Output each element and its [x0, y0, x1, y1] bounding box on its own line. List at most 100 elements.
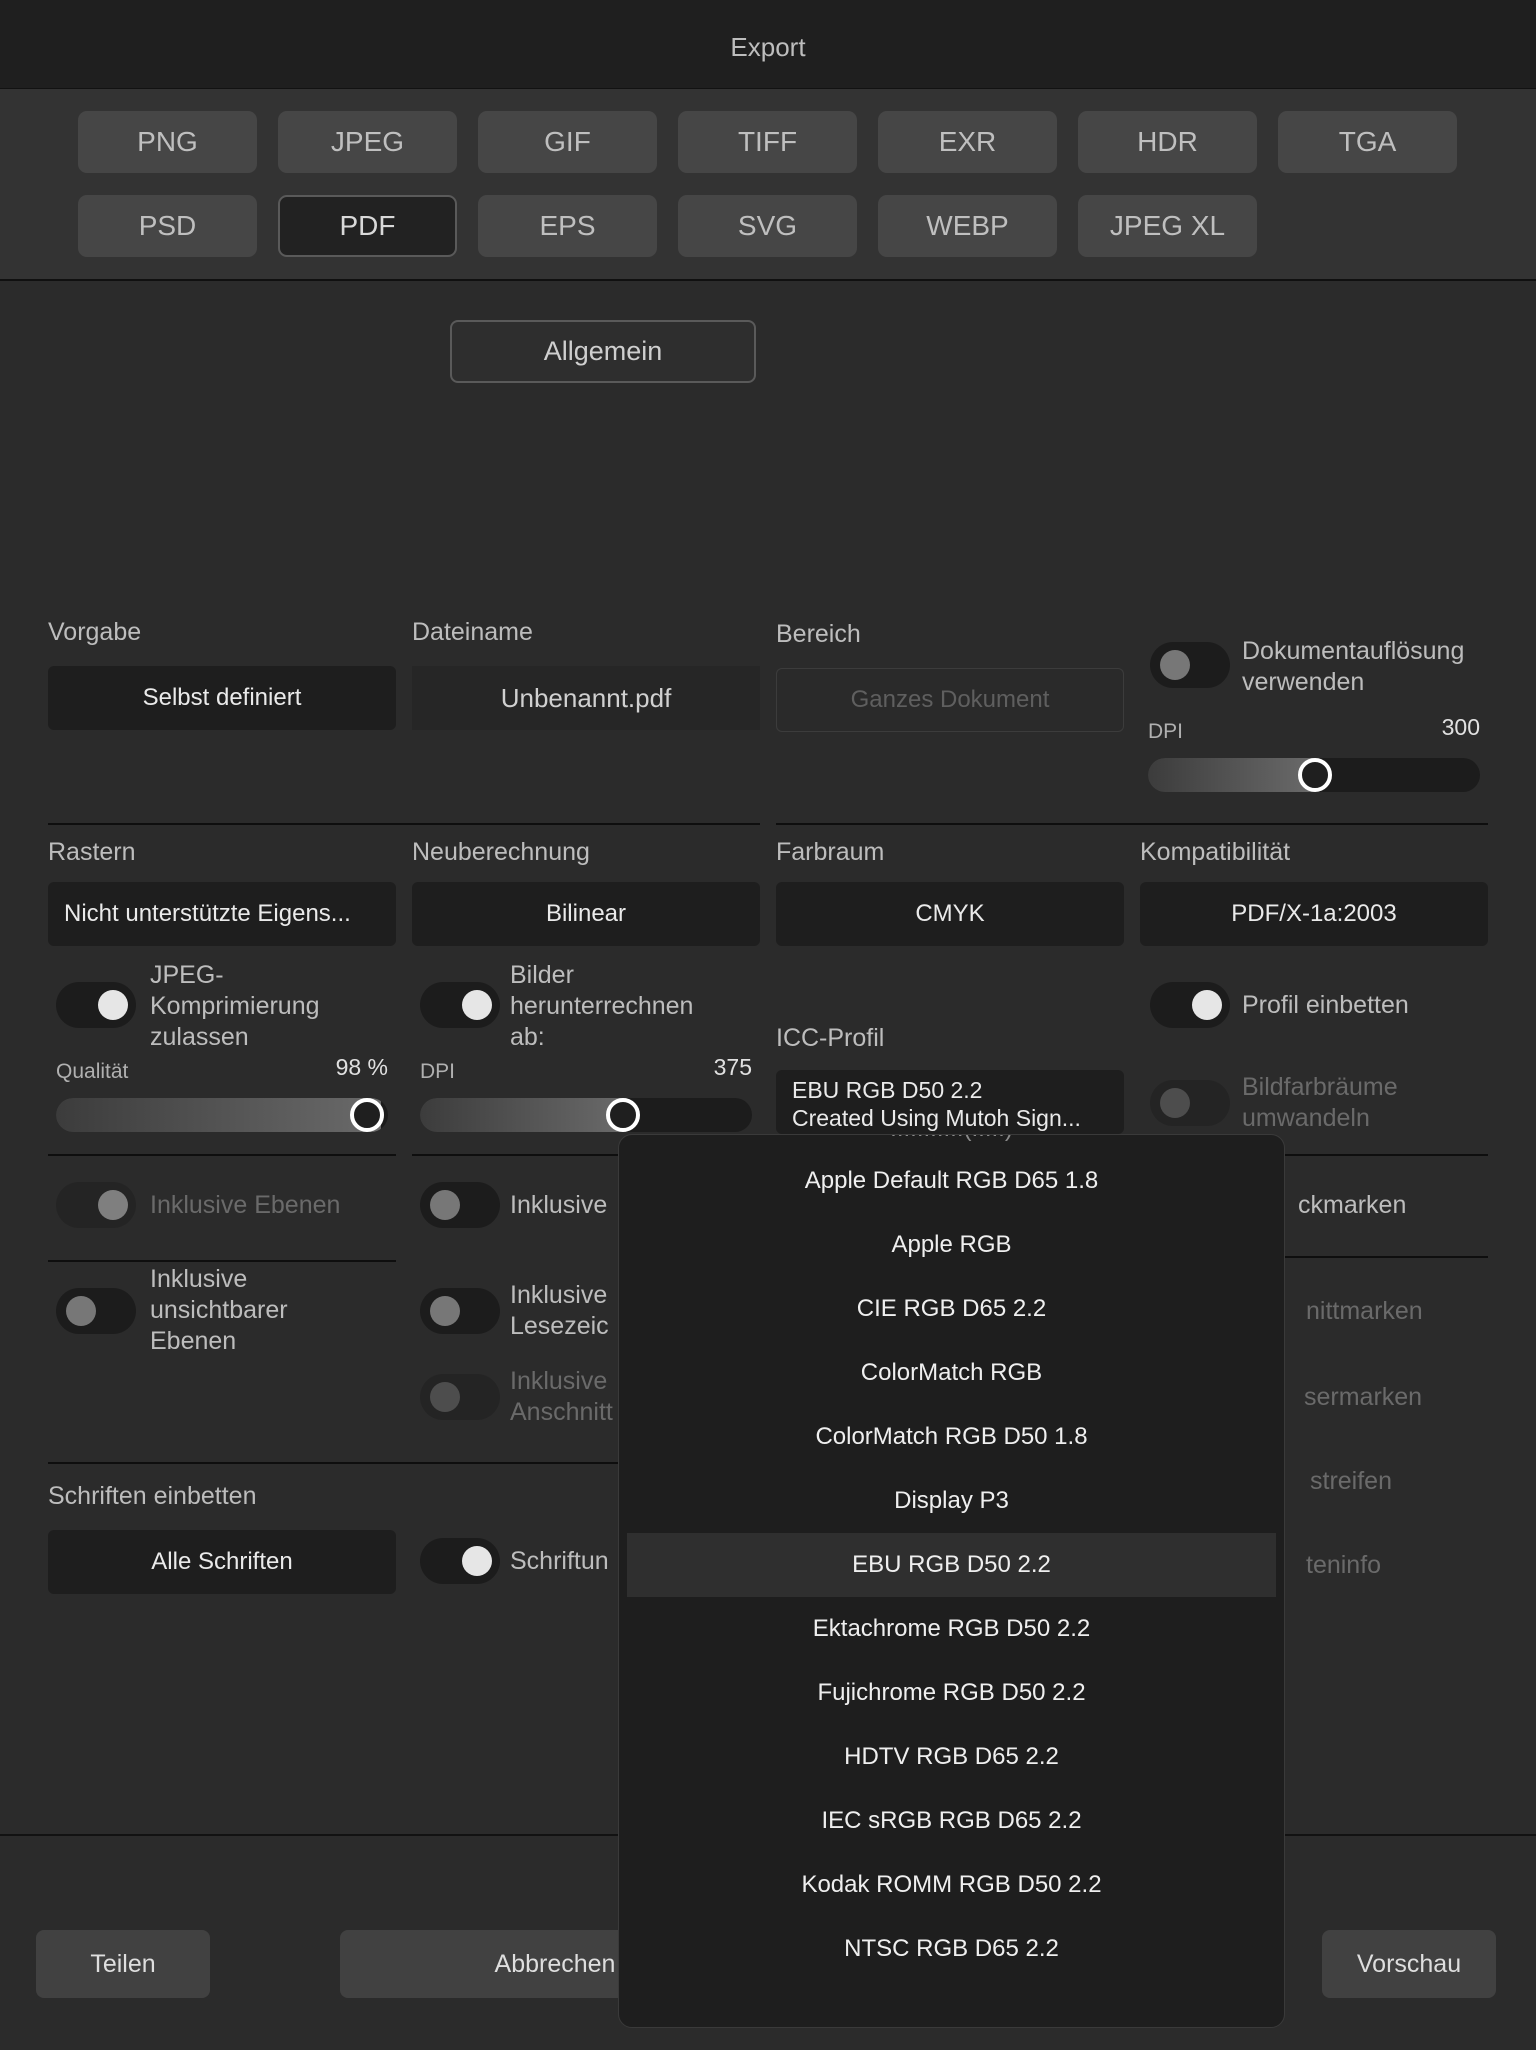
dropdown-option[interactable]: NTSC RGB D65 2.2	[627, 1917, 1276, 1981]
dropdown-option[interactable]: CIE RGB D65 2.2	[627, 1277, 1276, 1341]
title-bar: Export	[0, 0, 1536, 89]
dropdown-option[interactable]: ColorMatch RGB	[627, 1341, 1276, 1405]
lesezeichen-label: Inklusive Lesezeic	[510, 1280, 609, 1342]
format-eps-button[interactable]: EPS	[478, 195, 657, 257]
toggle-knob	[98, 990, 128, 1020]
inklusive-unsichtbar-toggle[interactable]	[56, 1288, 136, 1334]
bilder-dpi-label: DPI	[420, 1060, 456, 1083]
dropdown-option[interactable]: HDTV RGB D65 2.2	[627, 1725, 1276, 1789]
anschnitt-label: Inklusive Anschnitt	[510, 1366, 613, 1428]
icc-profil-label: ICC-Profil	[776, 1024, 885, 1052]
format-jpegxl-button[interactable]: JPEG XL	[1078, 195, 1257, 257]
format-psd-button[interactable]: PSD	[78, 195, 257, 257]
dropdown-option[interactable]: Display P3	[627, 1469, 1276, 1533]
inklusive-unsichtbar-label: Inklusive unsichtbarer Ebenen	[150, 1264, 288, 1357]
bilder-dpi-slider-thumb[interactable]	[606, 1098, 640, 1132]
label-line: Inklusive	[150, 1265, 248, 1293]
inklusive-ebenen-toggle[interactable]	[56, 1182, 136, 1228]
label-line: verwenden	[1242, 668, 1365, 696]
toggle-knob	[430, 1296, 460, 1326]
inklusive-toggle[interactable]	[420, 1182, 500, 1228]
icc-profile-dropdown[interactable]: ...........(.....) Apple Default RGB D65…	[618, 1134, 1285, 2028]
divider	[48, 1154, 396, 1156]
dpi-value: 300	[1441, 714, 1480, 740]
section-allgemein-button[interactable]: Allgemein	[450, 320, 756, 383]
profil-einbetten-toggle[interactable]	[1150, 982, 1230, 1028]
inklusive-ebenen-label: Inklusive Ebenen	[150, 1191, 341, 1219]
lesezeichen-toggle[interactable]	[420, 1288, 500, 1334]
icc-profil-select[interactable]: EBU RGB D50 2.2 Created Using Mutoh Sign…	[776, 1070, 1124, 1134]
qualitaet-slider-thumb[interactable]	[350, 1098, 384, 1132]
qualitaet-slider[interactable]	[56, 1098, 388, 1132]
label-line: Anschnitt	[510, 1398, 613, 1426]
label-line: Ebenen	[150, 1327, 237, 1355]
bildfarbraeume-toggle[interactable]	[1150, 1080, 1230, 1126]
format-png-button[interactable]: PNG	[78, 111, 257, 173]
jpeg-kompression-label: JPEG- Komprimierung zulassen	[150, 960, 320, 1053]
dpi-slider-thumb[interactable]	[1298, 758, 1332, 792]
toggle-knob	[462, 990, 492, 1020]
toggle-knob	[1160, 1088, 1190, 1118]
kompatibilitaet-select[interactable]: PDF/X-1a:2003	[1140, 882, 1488, 946]
divider	[48, 823, 760, 825]
kompatibilitaet-label: Kompatibilität	[1140, 838, 1291, 866]
neuberechnung-label: Neuberechnung	[412, 838, 590, 866]
dropdown-option[interactable]: ColorMatch RGB D50 1.8	[627, 1405, 1276, 1469]
qualitaet-label: Qualität	[56, 1060, 129, 1083]
schriften-label: Schriften einbetten	[48, 1482, 257, 1510]
format-exr-button[interactable]: EXR	[878, 111, 1057, 173]
neuberechnung-select[interactable]: Bilinear	[412, 882, 760, 946]
label-line: umwandeln	[1242, 1104, 1370, 1132]
format-hdr-button[interactable]: HDR	[1078, 111, 1257, 173]
bilder-herunterrechnen-label: Bilder herunterrechnen ab:	[510, 960, 693, 1053]
label-line: zulassen	[150, 1023, 249, 1051]
label-line: JPEG-	[150, 961, 224, 989]
icc-profil-name: EBU RGB D50 2.2	[792, 1077, 983, 1103]
dropdown-option[interactable]: Ektachrome RGB D50 2.2	[627, 1597, 1276, 1661]
slider-fill	[420, 1098, 626, 1132]
vorgabe-select[interactable]: Selbst definiert	[48, 666, 396, 730]
dropdown-option[interactable]: Apple Default RGB D65 1.8	[627, 1149, 1276, 1213]
anschnitt-toggle[interactable]	[420, 1374, 500, 1420]
label-line: ab:	[510, 1023, 545, 1051]
label-line: Komprimierung	[150, 992, 320, 1020]
format-jpeg-button[interactable]: JPEG	[278, 111, 457, 173]
dpi-label: DPI	[1148, 720, 1184, 743]
jpeg-kompression-toggle[interactable]	[56, 982, 136, 1028]
share-button[interactable]: Teilen	[36, 1930, 210, 1998]
dropdown-option[interactable]: Apple RGB	[627, 1213, 1276, 1277]
farbraum-label: Farbraum	[776, 838, 885, 866]
dokumentaufloesung-toggle[interactable]	[1150, 642, 1230, 688]
label-line: Lesezeic	[510, 1312, 609, 1340]
dropdown-option[interactable]: Kodak ROMM RGB D50 2.2	[627, 1853, 1276, 1917]
toggle-knob	[1192, 990, 1222, 1020]
format-gif-button[interactable]: GIF	[478, 111, 657, 173]
label-line: Inklusive	[510, 1367, 608, 1395]
toggle-knob	[462, 1546, 492, 1576]
toggle-knob	[1160, 650, 1190, 680]
dropdown-option[interactable]: EBU RGB D50 2.2	[627, 1533, 1276, 1597]
dateiname-field[interactable]: Unbenannt.pdf	[412, 666, 760, 730]
dateiname-label: Dateiname	[412, 618, 533, 646]
preview-button[interactable]: Vorschau	[1322, 1930, 1496, 1998]
label-line: Bilder	[510, 961, 574, 989]
rastern-select[interactable]: Nicht unterstützte Eigens...	[48, 882, 396, 946]
dropdown-option[interactable]: Fujichrome RGB D50 2.2	[627, 1661, 1276, 1725]
schriften-toggle-label: Schriftun	[510, 1547, 609, 1575]
format-tga-button[interactable]: TGA	[1278, 111, 1457, 173]
qualitaet-value: 98 %	[335, 1054, 388, 1080]
format-svg-button[interactable]: SVG	[678, 195, 857, 257]
dropdown-option[interactable]: IEC sRGB RGB D65 2.2	[627, 1789, 1276, 1853]
format-webp-button[interactable]: WEBP	[878, 195, 1057, 257]
dropdown-cut-off-item: ...........(.....)	[619, 1135, 1284, 1143]
toggle-knob	[66, 1296, 96, 1326]
bereich-select[interactable]: Ganzes Dokument	[776, 668, 1124, 732]
divider	[776, 823, 1488, 825]
schriften-select[interactable]: Alle Schriften	[48, 1530, 396, 1594]
format-tiff-button[interactable]: TIFF	[678, 111, 857, 173]
schriften-toggle[interactable]	[420, 1538, 500, 1584]
format-pdf-button[interactable]: PDF	[278, 195, 457, 257]
farbraum-select[interactable]: CMYK	[776, 882, 1124, 946]
bilder-dpi-slider[interactable]	[420, 1098, 752, 1132]
bilder-herunterrechnen-toggle[interactable]	[420, 982, 500, 1028]
